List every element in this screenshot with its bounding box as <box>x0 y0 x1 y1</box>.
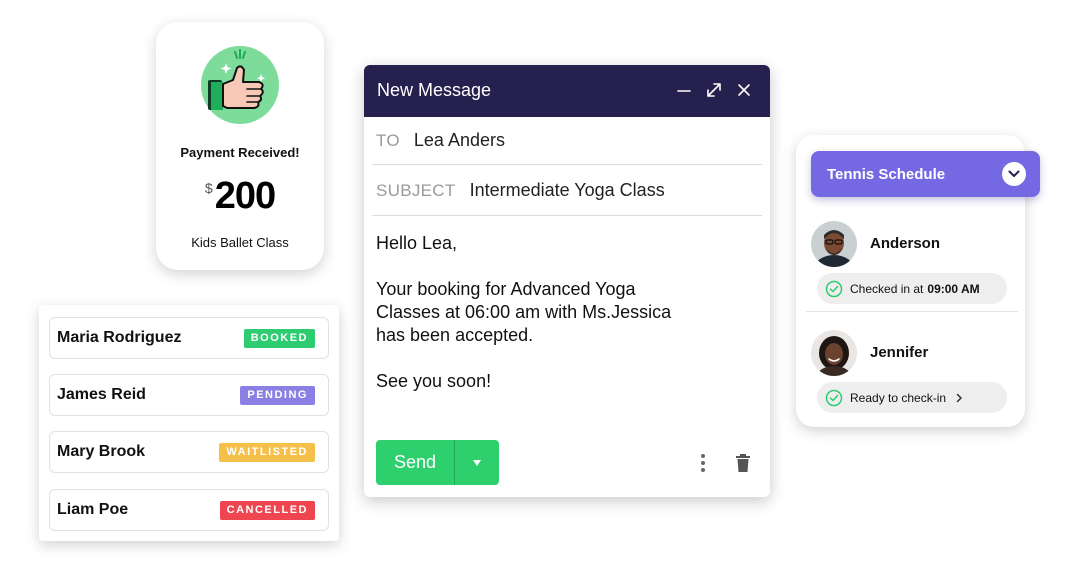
send-button[interactable]: Send <box>376 440 454 485</box>
list-item[interactable]: Maria Rodriguez BOOKED <box>49 317 329 359</box>
booking-list: Maria Rodriguez BOOKED James Reid PENDIN… <box>39 305 339 541</box>
person-name: Anderson <box>870 235 941 252</box>
attendee-name: Mary Brook <box>57 443 146 460</box>
payment-title: Payment Received! <box>180 145 300 160</box>
dropdown-arrow-icon <box>473 459 481 466</box>
trash-icon[interactable] <box>734 453 752 473</box>
person-name: Jennifer <box>870 344 929 361</box>
send-options-button[interactable] <box>455 440 499 485</box>
checked-in-status: Checked in at 09:00 AM <box>817 273 1007 304</box>
avatar <box>811 330 857 376</box>
close-icon[interactable] <box>734 80 754 100</box>
tennis-schedule-dropdown[interactable]: Tennis Schedule <box>811 151 1040 197</box>
attendee-name: Maria Rodriguez <box>57 329 182 346</box>
status-badge: PENDING <box>240 385 315 405</box>
list-item[interactable]: Liam Poe CANCELLED <box>49 489 329 531</box>
avatar <box>811 221 857 267</box>
list-item[interactable]: Mary Brook WAITLISTED <box>49 431 329 473</box>
status-badge: BOOKED <box>243 328 315 348</box>
ready-to-checkin-button[interactable]: Ready to check-in <box>817 382 1007 413</box>
check-circle-icon <box>825 389 843 406</box>
status-text: Checked in at <box>850 281 924 296</box>
to-value: Lea Anders <box>413 130 505 150</box>
tennis-schedule-title: Tennis Schedule <box>827 165 946 183</box>
message-greeting: Hello Lea, <box>376 233 458 253</box>
payment-card: Payment Received! $ 200 Kids Ballet Clas… <box>156 22 324 270</box>
payment-class-name: Kids Ballet Class <box>191 235 289 250</box>
minimize-icon[interactable] <box>674 80 694 100</box>
message-body[interactable]: Hello Lea, Your booking for Advanced Yog… <box>376 232 756 416</box>
chevron-down-icon[interactable] <box>1002 162 1026 186</box>
currency-symbol: $ <box>204 180 213 196</box>
send-button-group: Send <box>376 440 499 485</box>
message-closing: See you soon! <box>376 371 492 391</box>
status-text: Ready to check-in <box>850 390 947 405</box>
divider <box>806 311 1018 312</box>
compose-title: New Message <box>377 80 492 100</box>
expand-icon[interactable] <box>704 80 724 100</box>
payment-value: 200 <box>214 175 276 217</box>
subject-value: Intermediate Yoga Class <box>469 180 665 200</box>
to-field[interactable]: TO Lea Anders <box>372 117 762 165</box>
compose-window: New Message TO Lea Anders SUBJECT Interm… <box>364 65 770 497</box>
more-vertical-icon[interactable] <box>696 452 710 474</box>
payment-amount: $ 200 <box>156 174 324 218</box>
check-circle-icon <box>825 280 843 297</box>
message-paragraph: Your booking for Advanced Yoga Classes a… <box>376 278 756 347</box>
status-badge: WAITLISTED <box>219 442 315 462</box>
compose-header: New Message <box>364 65 770 117</box>
list-item[interactable]: James Reid PENDING <box>49 374 329 416</box>
subject-field[interactable]: SUBJECT Intermediate Yoga Class <box>372 166 762 216</box>
message-line: has been accepted. <box>376 325 534 345</box>
promo-collage: Payment Received! $ 200 Kids Ballet Clas… <box>0 0 1080 578</box>
subject-label: SUBJECT <box>376 180 456 200</box>
chevron-right-icon <box>956 393 962 402</box>
attendee-name: Liam Poe <box>57 501 129 518</box>
status-badge: CANCELLED <box>219 500 315 520</box>
message-line: Classes at 06:00 am with Ms.Jessica <box>376 302 672 322</box>
thumbs-up-money-icon <box>201 46 279 124</box>
message-line: Your booking for Advanced Yoga <box>376 279 636 299</box>
to-label: TO <box>376 130 400 150</box>
checkin-time: 09:00 AM <box>927 281 980 296</box>
attendee-name: James Reid <box>57 386 146 403</box>
